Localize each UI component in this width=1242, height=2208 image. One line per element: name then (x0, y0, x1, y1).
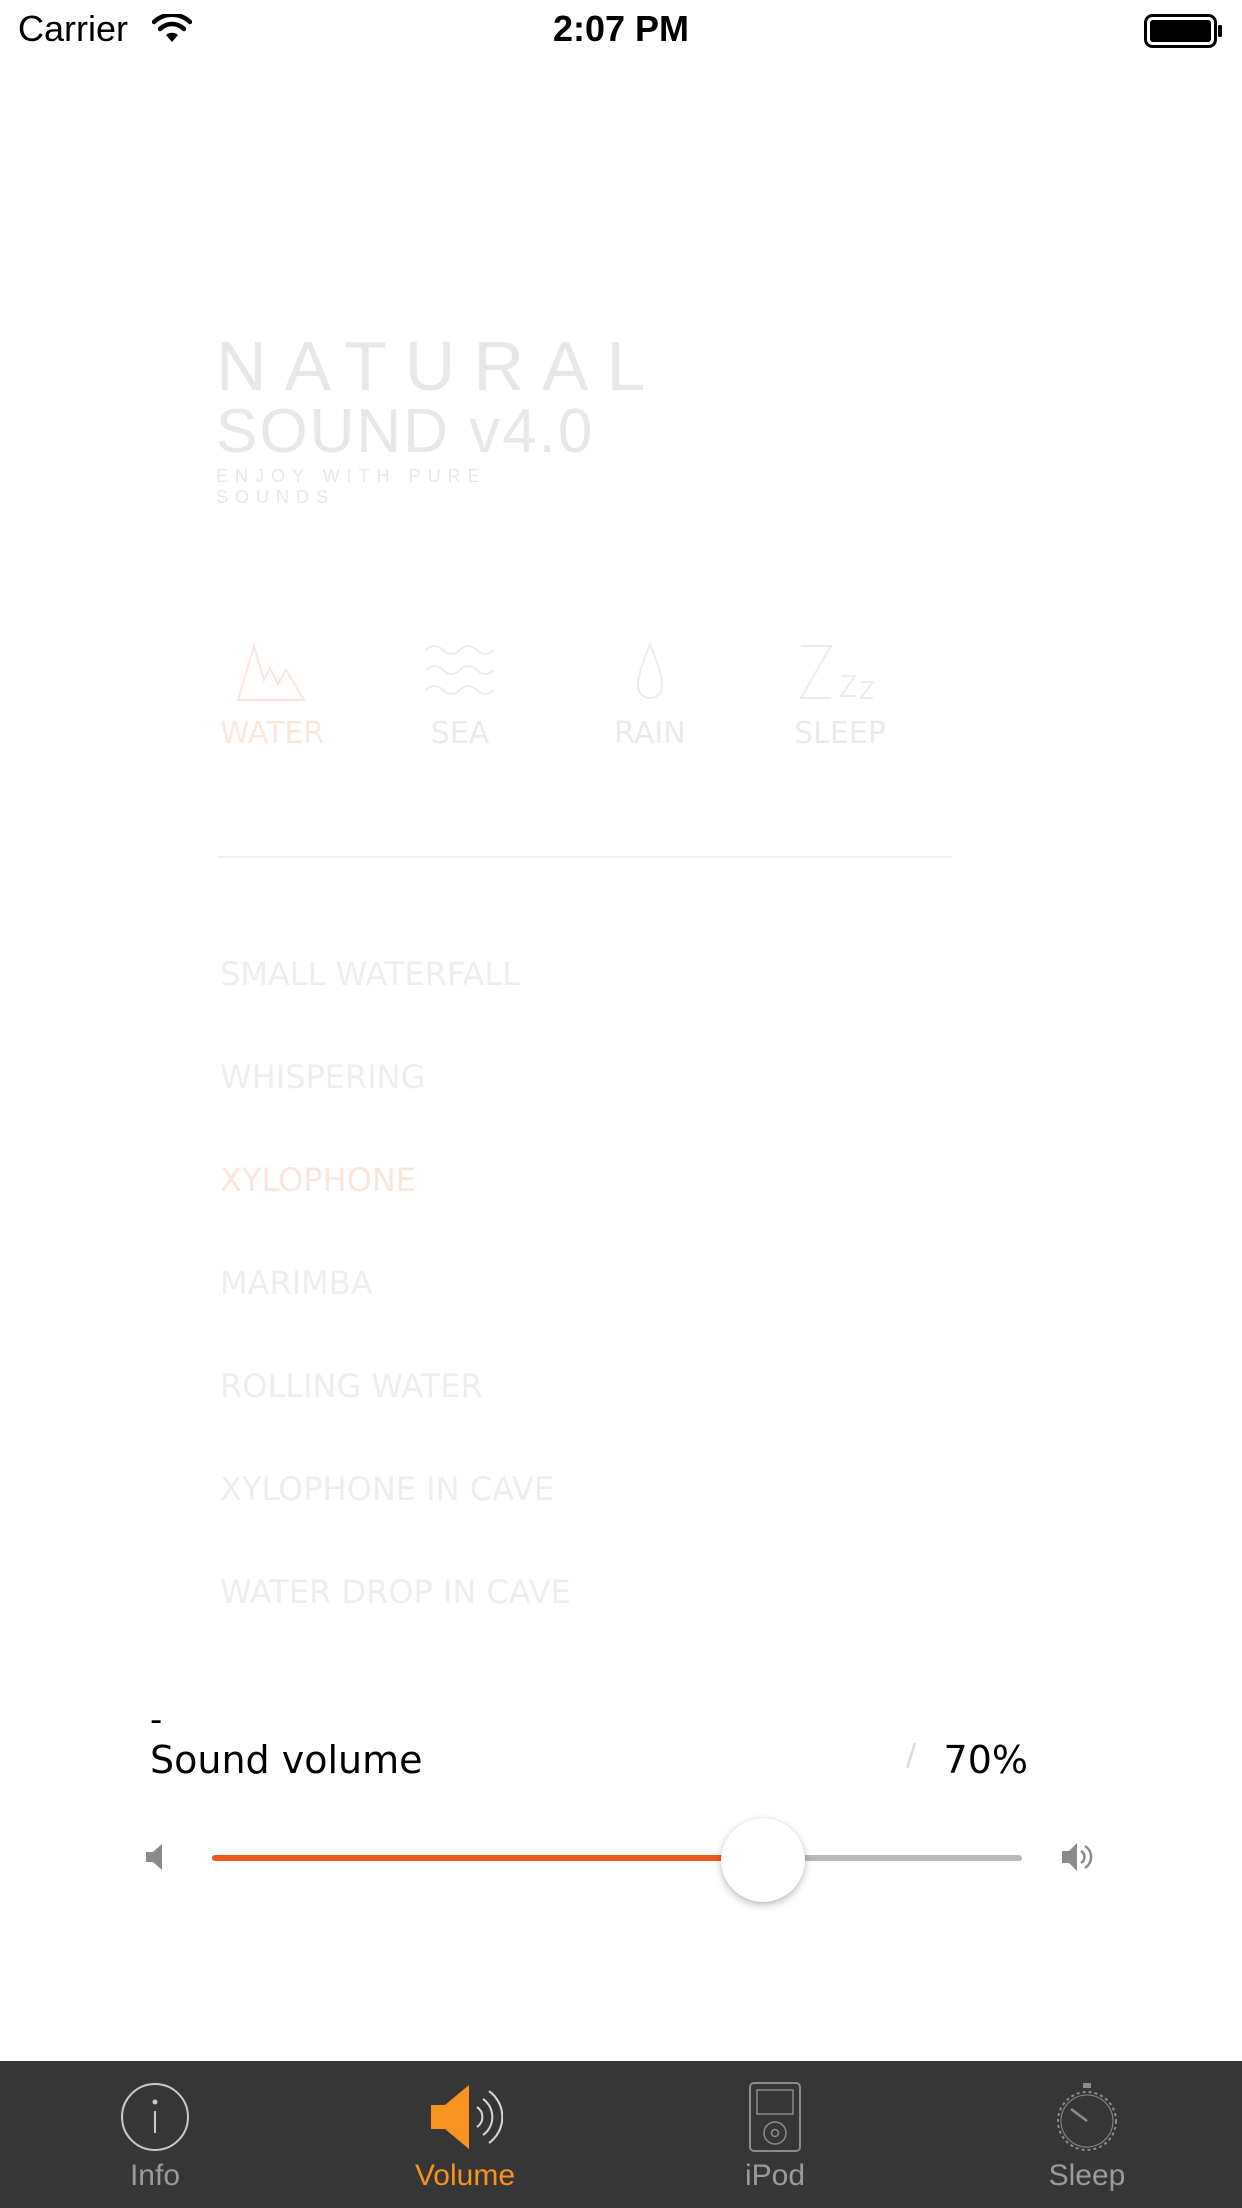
track-item[interactable]: ROLLING WATER (220, 1367, 483, 1405)
track-item[interactable]: WHISPERING (220, 1058, 425, 1096)
category-label: RAIN (614, 716, 686, 751)
volume-label: Sound volume (150, 1738, 423, 1782)
status-bar: Carrier 2:07 PM (0, 0, 1242, 60)
track-item[interactable]: WATER DROP IN CAVE (220, 1573, 571, 1611)
slider-fill (212, 1855, 763, 1861)
tab-ipod[interactable]: iPod (620, 2061, 930, 2208)
track-item[interactable]: XYLOPHONE IN CAVE (220, 1470, 554, 1508)
app-logo: NATURAL SOUND v4.0 ENJOY WITH PURE SOUND… (216, 327, 664, 508)
logo-tagline: ENJOY WITH PURE SOUNDS (216, 466, 487, 507)
tab-volume[interactable]: Volume (310, 2061, 620, 2208)
info-icon (121, 2083, 189, 2151)
divider-mark: / (906, 1738, 917, 1773)
track-item[interactable]: MARIMBA (220, 1264, 373, 1302)
speaker-icon (431, 2085, 503, 2149)
category-sea[interactable]: SEA (400, 640, 520, 751)
volume-slider[interactable] (212, 1818, 1022, 1902)
category-sleep[interactable]: SLEEP (780, 640, 900, 751)
status-time: 2:07 PM (552, 8, 690, 49)
volume-dash: - (150, 1700, 163, 1740)
category-rain[interactable]: RAIN (590, 640, 710, 751)
track-item-selected[interactable]: XYLOPHONE (220, 1161, 416, 1199)
tab-label: Volume (414, 2159, 516, 2192)
tab-label: iPod (744, 2159, 806, 2192)
tab-label: Sleep (1048, 2159, 1126, 2192)
tab-bar: Info Volume iPod Sleep (0, 2061, 1242, 2208)
tab-sleep[interactable]: Sleep (932, 2061, 1242, 2208)
volume-high-icon (1060, 1840, 1096, 1878)
category-label: WATER (219, 716, 325, 751)
zzz-icon (799, 645, 875, 699)
logo-version: SOUND v4.0 (216, 397, 595, 466)
waves-icon (425, 645, 495, 695)
logo-title: NATURAL (216, 327, 664, 405)
mountain-icon (236, 642, 306, 701)
stopwatch-icon (1057, 2083, 1117, 2151)
category-divider (218, 856, 952, 858)
app-screen: Carrier 2:07 PM NATURAL SOUND v4.0 ENJOY… (0, 0, 1242, 2208)
track-item[interactable]: SMALL WATERFALL (220, 955, 520, 993)
category-water[interactable]: WATER (212, 640, 332, 751)
volume-low-icon (144, 1842, 168, 1876)
category-label: SLEEP (794, 716, 886, 751)
category-label: SEA (430, 716, 490, 751)
raindrop-icon (636, 641, 664, 699)
ipod-icon (749, 2082, 801, 2152)
volume-value: 70% (943, 1738, 1028, 1782)
battery-icon (1144, 14, 1224, 52)
tab-label: Info (129, 2159, 181, 2192)
tab-info[interactable]: Info (0, 2061, 310, 2208)
slider-thumb[interactable] (720, 1818, 805, 1902)
